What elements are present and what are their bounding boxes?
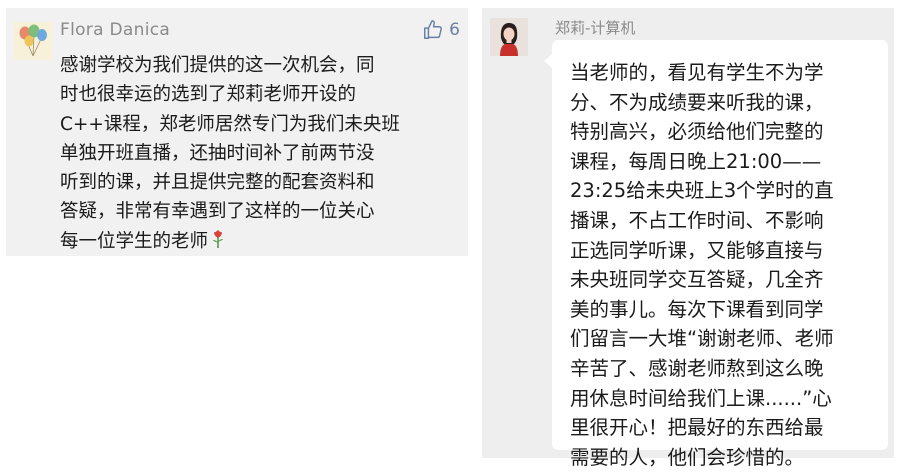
reply-line: 课程，每周日晚上21:00—— bbox=[570, 149, 822, 173]
reply-line: 播课，不占工作时间、不影响 bbox=[570, 208, 824, 232]
reply-bubble: 当老师的，看见有学生不为学 分、不为成绩要来听我的课， 特别高兴，必须给他们完整… bbox=[544, 40, 888, 469]
reply-line: 需要的人，他们会珍惜的。 bbox=[570, 445, 805, 469]
comment-last-line: 每一位学生的老师 bbox=[60, 227, 464, 256]
rose-emoji-icon bbox=[213, 229, 224, 248]
comment-line: 感谢学校为我们提供的这一次机会，同 bbox=[60, 55, 375, 76]
reply-line: 当老师的，看见有学生不为学 bbox=[570, 61, 824, 84]
reply-line: 23:25给未央班上3个学时的直 bbox=[570, 179, 834, 203]
comment-line: 时也很幸运的选到了郑莉老师开设的 bbox=[60, 84, 357, 106]
reply-card: 郑莉-计算机 当老师的，看见有学生不为学 分、不为成绩要来听我的课， 特别高兴，… bbox=[482, 8, 894, 469]
reply-line: 正选同学听课，又能够直接与 bbox=[570, 238, 824, 262]
reply-line: 用休息时间给我们上课......”心 bbox=[570, 386, 832, 410]
comment-line: 单独开班直播，还抽时间补了前两节没 bbox=[60, 142, 375, 164]
thumbs-up-icon bbox=[424, 20, 443, 39]
person-avatar-icon bbox=[490, 18, 528, 56]
reply-body: 当老师的，看见有学生不为学 分、不为成绩要来听我的课， 特别高兴，必须给他们完整… bbox=[570, 58, 882, 472]
comment-body: 感谢学校为我们提供的这一次机会，同 时也很幸运的选到了郑莉老师开设的 C++课程… bbox=[60, 51, 464, 256]
like-button[interactable]: 6 bbox=[422, 18, 460, 42]
reply-line: 特别高兴，必须给他们完整的 bbox=[570, 120, 824, 144]
comment-line: 听到的课，并且提供完整的配套资料和 bbox=[60, 172, 375, 194]
reply-line: 们留言一大堆“谢谢老师、老师 bbox=[570, 327, 834, 351]
reply-line: 美的事儿。每次下课看到同学 bbox=[570, 297, 824, 321]
like-count: 6 bbox=[449, 20, 460, 40]
reply-line: 里很开心！把最好的东西给最 bbox=[570, 416, 824, 440]
comment-author[interactable]: Flora Danica bbox=[60, 20, 170, 40]
reply-author[interactable]: 郑莉-计算机 bbox=[555, 17, 635, 38]
comment-line: C++课程，郑老师居然专门为我们未央班 bbox=[60, 113, 400, 135]
reply-line: 辛苦了、感谢老师熬到这么晚 bbox=[570, 356, 824, 380]
comment-line: 每一位学生的老师 bbox=[60, 230, 209, 252]
reply-line: 分、不为成绩要来听我的课， bbox=[570, 90, 824, 114]
teacher-avatar[interactable] bbox=[490, 18, 528, 56]
balloons-avatar-icon bbox=[14, 22, 52, 60]
comment-line: 答疑，非常有幸遇到了这样的一位关心 bbox=[60, 201, 375, 223]
user-avatar[interactable] bbox=[14, 22, 52, 60]
comment-card: Flora Danica 6 感谢学校为我们提供的这一次机会，同 时也很幸运的选… bbox=[6, 8, 468, 256]
reply-line: 未央班同学交互答疑，几全齐 bbox=[570, 268, 824, 292]
